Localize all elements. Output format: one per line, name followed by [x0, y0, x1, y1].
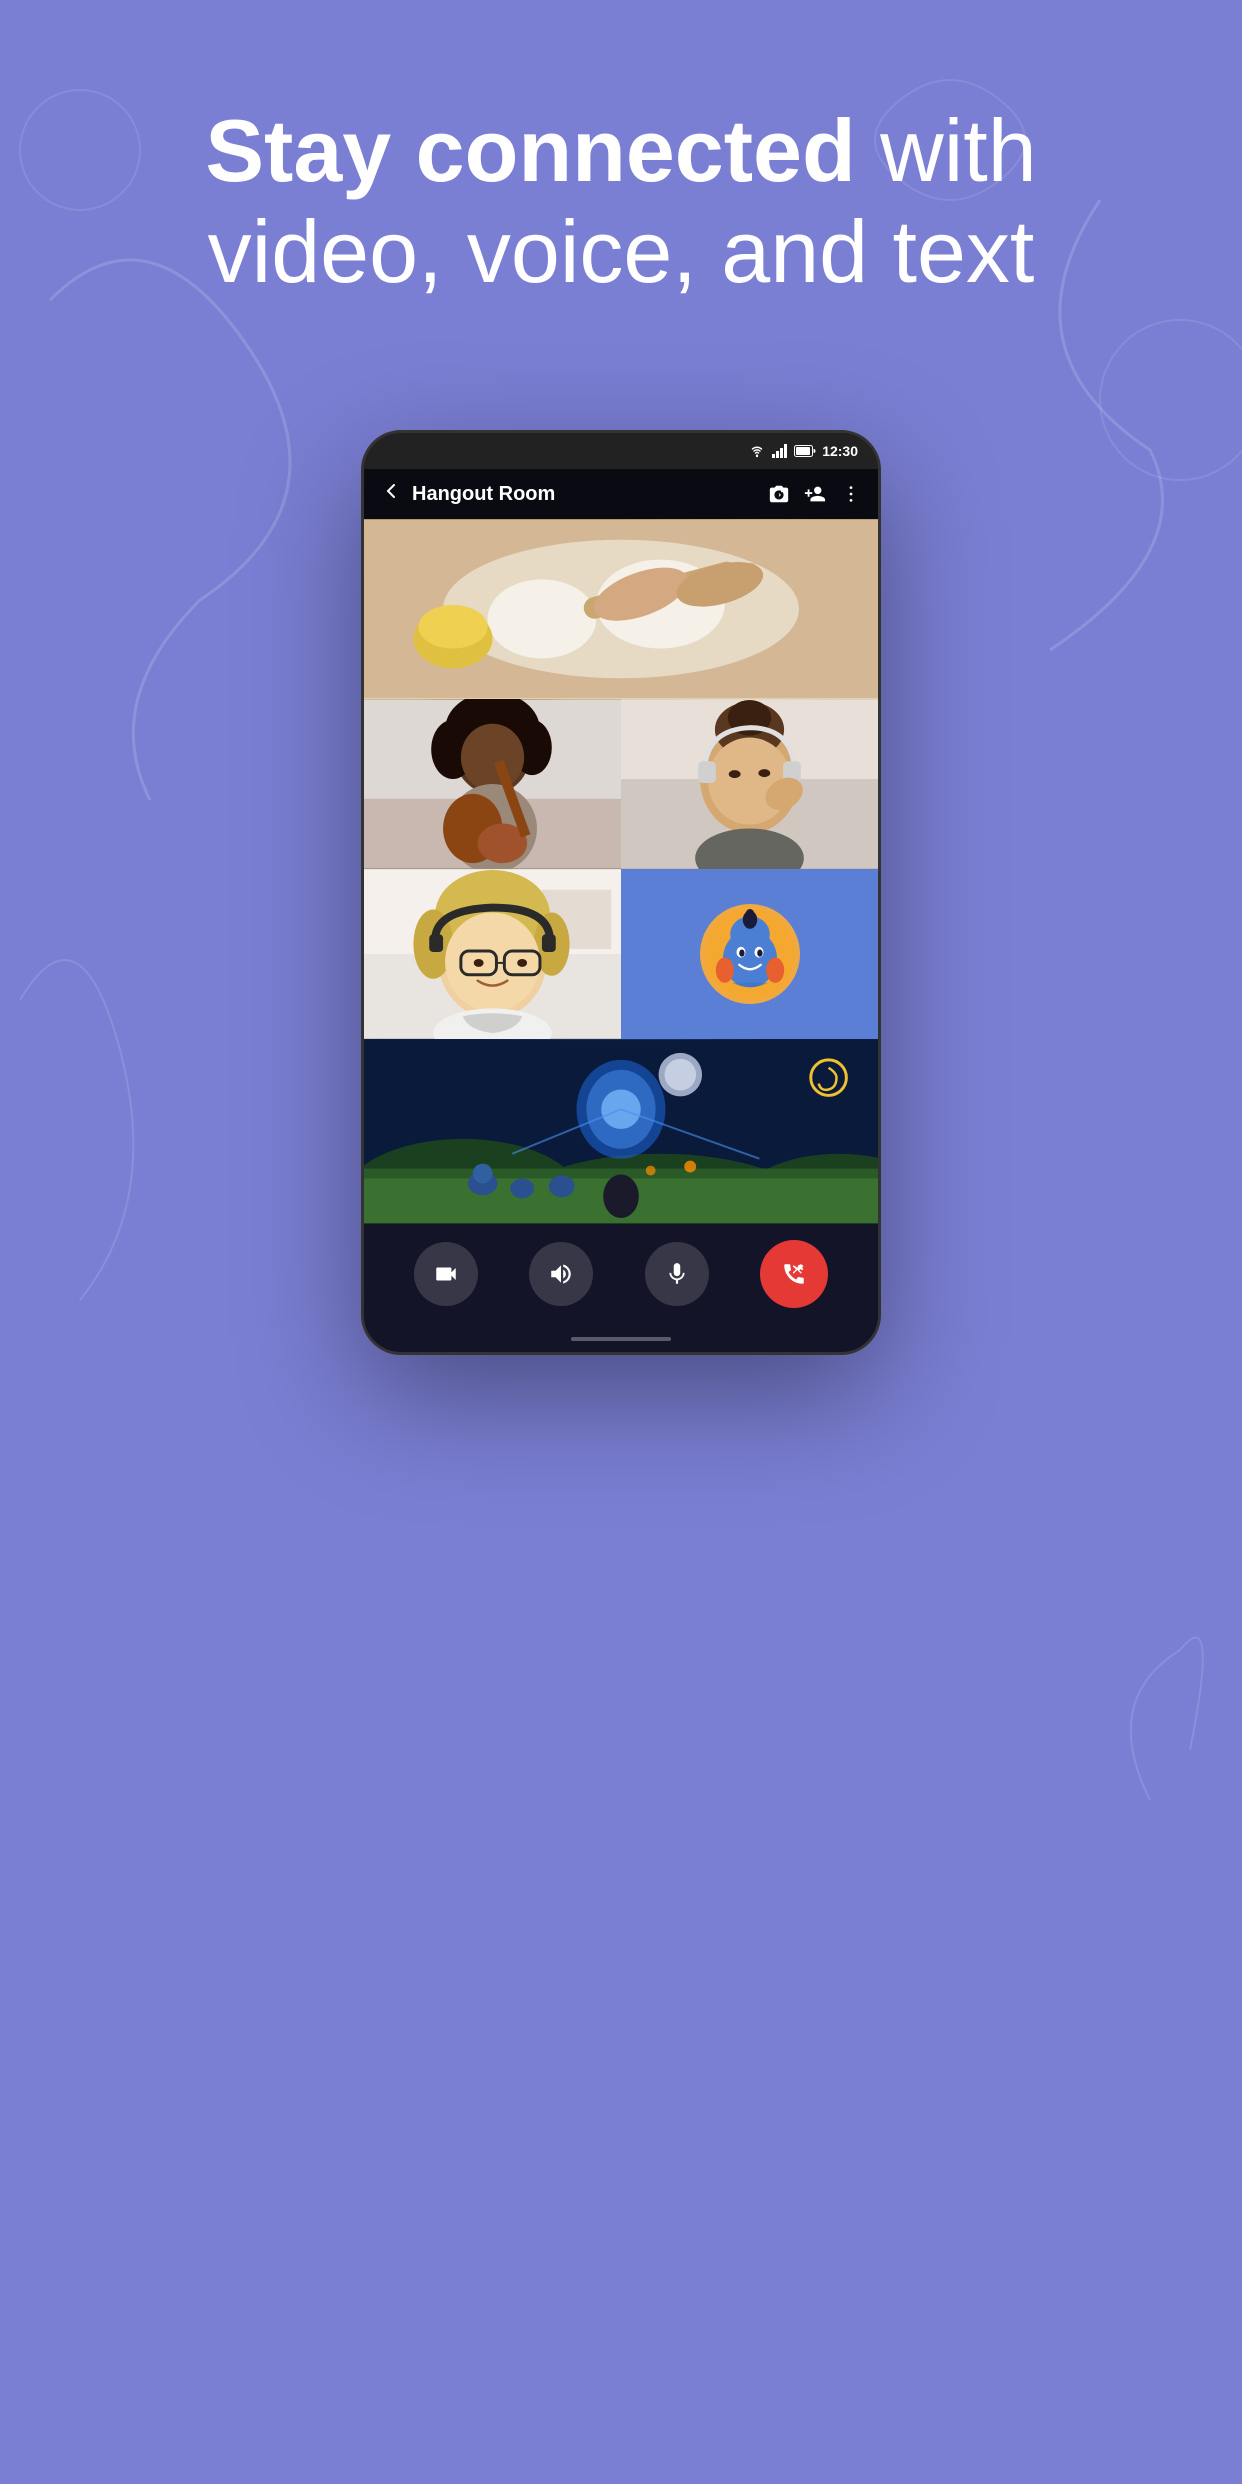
hero-line2: video, voice, and text [208, 202, 1035, 301]
video-cell-guitar [364, 699, 621, 869]
cooking-video [364, 519, 878, 699]
home-bar [571, 1337, 671, 1341]
video-cell-headphones [621, 699, 878, 869]
back-button[interactable] [380, 481, 400, 507]
hero-section: Stay connected with video, voice, and te… [0, 100, 1242, 302]
video-cell-avatar [621, 869, 878, 1039]
add-person-icon[interactable] [804, 483, 826, 505]
signal-icon [772, 444, 788, 458]
game-video [364, 1039, 878, 1224]
end-call-icon [781, 1261, 807, 1287]
avatar-video [621, 869, 878, 1039]
headphones-scene [621, 699, 878, 869]
smiling-video [364, 869, 621, 1039]
headphones-video [621, 699, 878, 869]
wifi-icon [748, 444, 766, 458]
status-bar: 12:30 [364, 433, 878, 469]
video-cell-smiling [364, 869, 621, 1039]
audio-toggle-button[interactable] [529, 1242, 593, 1306]
header-title: Hangout Room [412, 483, 756, 506]
cooking-scene [364, 519, 878, 699]
call-controls [364, 1224, 878, 1332]
microphone-icon [664, 1261, 690, 1287]
camera-switch-icon[interactable] [768, 483, 790, 505]
status-icons: 12:30 [748, 443, 858, 459]
hero-bold-text: Stay connected [205, 101, 855, 200]
battery-icon [794, 445, 816, 457]
home-indicator [364, 1332, 878, 1352]
status-time: 12:30 [822, 443, 858, 459]
guitar-scene [364, 699, 621, 869]
video-cell-cooking [364, 519, 878, 699]
mic-toggle-button[interactable] [645, 1242, 709, 1306]
video-toggle-button[interactable] [414, 1242, 478, 1306]
phone-mockup: 12:30 Hangout Room [361, 430, 881, 1355]
hero-regular-text: with [856, 101, 1037, 200]
header-action-icons [768, 483, 862, 505]
end-call-button[interactable] [760, 1240, 828, 1308]
hero-heading: Stay connected with video, voice, and te… [80, 100, 1162, 302]
phone-screen: 12:30 Hangout Room [361, 430, 881, 1355]
video-cell-game [364, 1039, 878, 1224]
video-camera-icon [433, 1261, 459, 1287]
speaker-icon [548, 1261, 574, 1287]
video-grid [364, 519, 878, 1224]
game-scene [364, 1039, 878, 1224]
genie-svg [705, 909, 795, 999]
genie-avatar [700, 904, 800, 1004]
guitar-video [364, 699, 621, 869]
smiling-scene [364, 869, 621, 1039]
more-icon[interactable] [840, 483, 862, 505]
app-header: Hangout Room [364, 469, 878, 519]
